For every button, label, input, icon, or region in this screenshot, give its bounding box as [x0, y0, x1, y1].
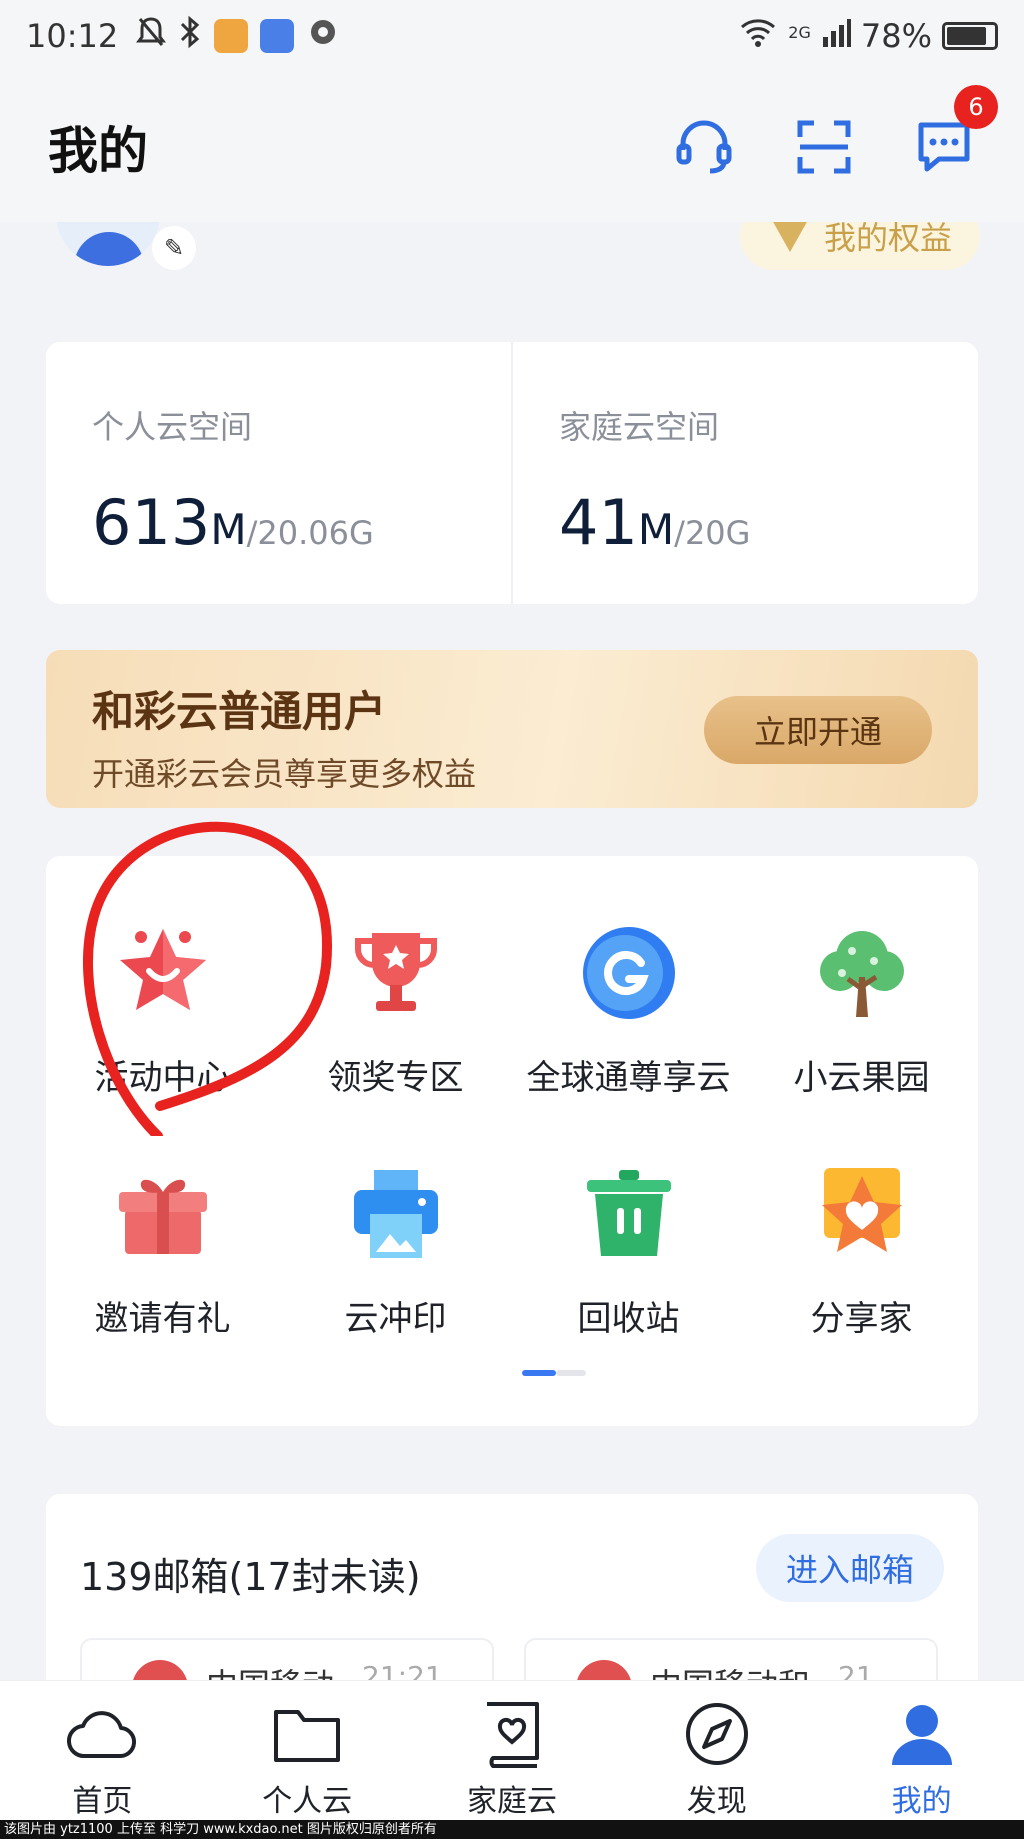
battery-icon: [942, 22, 998, 50]
user-icon: [884, 1699, 960, 1768]
source-watermark: 该图片由 ytz1100 上传至 科学刀 www.kxdao.net 图片版权归…: [0, 1820, 1024, 1839]
feature-grid-card: 活动中心 领奖专区 全球通尊享云 小云果园 邀请有礼 云冲印 回收站 分享家: [46, 856, 978, 1426]
feature-label: 邀请有礼: [94, 1299, 231, 1339]
battery-percent: 78%: [860, 17, 932, 55]
scan-button[interactable]: [792, 115, 856, 179]
tree-icon: [807, 918, 917, 1028]
message-bubble-icon: [918, 122, 970, 172]
family-storage-value: 41 M/20G: [559, 486, 978, 559]
membership-banner[interactable]: 和彩云普通用户 开通彩云会员尊享更多权益 立即开通: [46, 650, 978, 808]
app-notification-icon: [260, 19, 295, 53]
feature-label: 回收站: [577, 1299, 680, 1339]
tab-label: 家庭云: [466, 1784, 557, 1819]
status-time: 10:12: [26, 17, 119, 55]
family-storage-label: 家庭云空间: [559, 408, 720, 446]
status-bar: 10:12 2G 78%: [0, 0, 1024, 72]
feature-cloud-orchard[interactable]: 小云果园: [745, 918, 978, 1099]
personal-storage[interactable]: 个人云空间 613 M/20.06G: [46, 342, 511, 604]
benefits-label: 我的权益: [823, 222, 952, 257]
tab-personal-cloud[interactable]: 个人云: [205, 1681, 410, 1820]
mailbox-title: 139邮箱(17封未读): [80, 1555, 421, 1599]
my-benefits-button[interactable]: 我的权益: [740, 222, 980, 270]
compass-icon: [679, 1699, 755, 1768]
tab-label: 发现: [686, 1784, 747, 1819]
family-storage[interactable]: 家庭云空间 41 M/20G: [511, 342, 978, 604]
feature-label: 活动中心: [94, 1058, 231, 1098]
family-total: /20G: [674, 514, 751, 552]
global-circle-icon: [574, 918, 684, 1028]
tab-mine[interactable]: 我的: [819, 1681, 1024, 1820]
feature-label: 分享家: [810, 1299, 913, 1339]
personal-used: 613: [92, 486, 211, 559]
avatar[interactable]: [56, 222, 160, 266]
feature-label: 领奖专区: [327, 1058, 464, 1098]
wifi-icon: [738, 15, 778, 57]
personal-storage-value: 613 M/20.06G: [92, 486, 511, 559]
smiling-star-icon: [108, 918, 218, 1028]
personal-unit: M: [210, 505, 247, 554]
feature-cloud-print[interactable]: 云冲印: [279, 1159, 512, 1340]
scan-icon: [797, 120, 851, 174]
page-dot-active: [522, 1370, 556, 1376]
app-gear-icon: [306, 15, 340, 57]
printer-icon: [341, 1159, 451, 1269]
storage-card: 个人云空间 613 M/20.06G 家庭云空间 41 M/20G: [46, 342, 978, 604]
family-unit: M: [637, 505, 675, 554]
feature-global-cloud[interactable]: 全球通尊享云: [512, 918, 745, 1099]
grid-page-indicator: [522, 1370, 586, 1376]
feature-label: 全球通尊享云: [526, 1058, 731, 1098]
open-membership-button[interactable]: 立即开通: [704, 696, 932, 764]
feature-label: 小云果园: [793, 1058, 930, 1098]
feature-label: 云冲印: [344, 1299, 447, 1339]
personal-total: /20.06G: [246, 514, 374, 552]
tab-label: 个人云: [262, 1784, 353, 1819]
folder-icon: [269, 1699, 345, 1768]
gift-icon: [108, 1159, 218, 1269]
bluetooth-icon: [178, 15, 202, 57]
tab-label: 首页: [72, 1784, 133, 1819]
page-header: 我的 6: [0, 72, 1024, 222]
signal-icon: [821, 15, 851, 57]
feature-recycle-bin[interactable]: 回收站: [512, 1159, 745, 1340]
status-icons: [136, 15, 340, 57]
tab-family-cloud[interactable]: 家庭云: [410, 1681, 615, 1820]
feature-grid: 活动中心 领奖专区 全球通尊享云 小云果园 邀请有礼 云冲印 回收站 分享家: [46, 918, 978, 1340]
page-title: 我的: [48, 122, 148, 180]
messages-button[interactable]: 6: [912, 85, 998, 179]
headset-icon: [676, 120, 732, 174]
tab-label: 我的: [891, 1784, 952, 1819]
edit-profile-icon[interactable]: ✎: [152, 226, 196, 270]
customer-service-button[interactable]: [672, 115, 736, 179]
enter-mailbox-button[interactable]: 进入邮箱: [756, 1534, 944, 1602]
tab-discover[interactable]: 发现: [614, 1681, 819, 1820]
trophy-icon: [341, 918, 451, 1028]
feature-rewards[interactable]: 领奖专区: [279, 918, 512, 1099]
cloud-icon: [64, 1699, 140, 1768]
profile-section: ✎ 我的权益: [0, 222, 1024, 290]
family-book-icon: [474, 1699, 550, 1768]
personal-storage-label: 个人云空间: [92, 408, 253, 446]
feature-activity-center[interactable]: 活动中心: [46, 918, 279, 1099]
tab-home[interactable]: 首页: [0, 1681, 205, 1820]
message-count-badge: 6: [954, 85, 998, 129]
status-right: 2G 78%: [738, 15, 998, 57]
vip-shield-icon: [773, 222, 807, 252]
feature-invite-gift[interactable]: 邀请有礼: [46, 1159, 279, 1340]
trash-icon: [574, 1159, 684, 1269]
star-heart-icon: [807, 1159, 917, 1269]
bottom-tab-bar: 首页 个人云 家庭云 发现 我的: [0, 1680, 1024, 1820]
page-dot: [556, 1370, 586, 1376]
sim-card-icon: [214, 19, 249, 53]
family-used: 41: [559, 486, 638, 559]
header-actions: 6: [672, 85, 998, 179]
feature-share-home[interactable]: 分享家: [745, 1159, 978, 1340]
network-type: 2G: [788, 23, 811, 42]
mute-icon: [136, 15, 167, 57]
